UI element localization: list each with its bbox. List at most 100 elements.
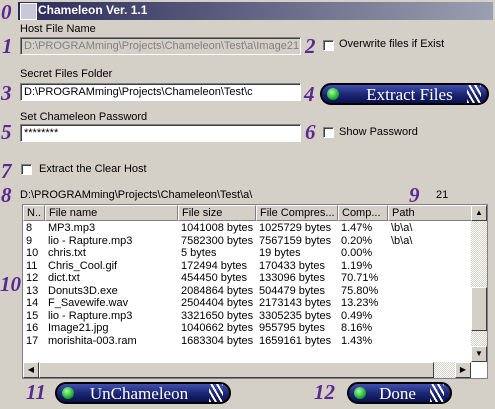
annotation-4: 4 — [304, 82, 315, 106]
cell-file-size: 5 bytes — [181, 247, 217, 259]
cell-compression: 8.16% — [341, 322, 373, 334]
table-row[interactable]: 13 Donuts3D.exe 2084864 bytes 504479 bytes 7… — [23, 285, 473, 298]
title-bar[interactable]: Chameleon Ver. 1.1 — [18, 2, 493, 20]
extract-clear-host-checkbox[interactable] — [21, 164, 32, 175]
cell-number: 15 — [26, 309, 39, 322]
host-file-field[interactable]: D:\PROGRAMming\Projects\Chameleon\Test\a… — [20, 37, 301, 55]
cell-file-compressed: 170433 bytes — [259, 259, 326, 272]
cell-file-size: 2084864 bytes — [181, 284, 254, 297]
cell-file-size: 172494 bytes — [181, 259, 248, 272]
cell-file-size: 1683304 bytes — [181, 334, 254, 347]
table-row[interactable]: 10 chris.txt 5 bytes 19 bytes 0.00% — [23, 247, 473, 260]
cell-compression: 75.80% — [341, 284, 379, 297]
cell-number: 12 — [26, 272, 39, 284]
cell-compression: 1.19% — [341, 259, 373, 272]
cell-file-name: lio - Rapture.mp3 — [48, 234, 133, 247]
extract-clear-host-label: Extract the Clear Host — [39, 163, 147, 175]
stripes-decoration-icon — [209, 384, 223, 402]
cell-file-name: Donuts3D.exe — [48, 284, 118, 297]
file-list[interactable]: N.. File name File size File Compres... … — [22, 204, 488, 379]
cell-file-compressed: 19 bytes — [259, 247, 301, 259]
scroll-down-icon[interactable]: ▼ — [471, 346, 487, 362]
cell-file-size: 7582300 bytes — [181, 234, 254, 247]
horizontal-scrollbar[interactable]: ◀ ▶ — [23, 362, 471, 378]
file-list-rows: 8 MP3.mp3 1041008 bytes 1025729 bytes 1.47% \… — [23, 222, 473, 347]
cell-file-compressed: 2173143 bytes — [259, 297, 332, 309]
table-row[interactable]: 9 lio - Rapture.mp3 7582300 bytes 7567159 b… — [23, 235, 473, 248]
annotation-6: 6 — [305, 120, 316, 144]
cell-file-size: 2504404 bytes — [181, 297, 254, 309]
column-file-compressed[interactable]: File Compres... — [256, 205, 338, 221]
annotation-5: 5 — [1, 120, 12, 144]
cell-path — [388, 285, 473, 298]
table-row[interactable]: 8 MP3.mp3 1041008 bytes 1025729 bytes 1.47% \… — [23, 222, 473, 235]
column-number[interactable]: N.. — [23, 205, 45, 221]
cell-path — [388, 260, 473, 273]
cell-file-size: 1040662 bytes — [181, 322, 254, 334]
table-row[interactable]: 12 dict.txt 454450 bytes 133096 bytes 70.71% — [23, 272, 473, 285]
cell-compression: 1.47% — [341, 222, 373, 234]
cell-file-compressed: 1025729 bytes — [259, 222, 332, 234]
cell-path — [388, 322, 473, 335]
cell-path — [388, 247, 473, 260]
horizontal-scroll-thumb[interactable] — [39, 362, 434, 378]
cell-file-name: F_Savewife.wav — [48, 297, 129, 309]
annotation-12: 12 — [314, 380, 335, 404]
green-led-icon — [62, 387, 74, 399]
stripes-decoration-icon — [430, 384, 444, 402]
chameleon-app-icon — [20, 3, 37, 20]
unchameleon-button[interactable]: UnChameleon — [55, 382, 231, 404]
cell-path — [388, 310, 473, 323]
file-list-header: N.. File name File size File Compres... … — [23, 205, 473, 221]
cell-number: 17 — [26, 334, 39, 347]
column-file-name[interactable]: File name — [45, 205, 178, 221]
cell-compression: 0.49% — [341, 309, 373, 322]
cell-file-name: lio - Rapture.mp3 — [48, 309, 133, 322]
scroll-up-icon[interactable]: ▲ — [471, 205, 487, 221]
vertical-scrollbar[interactable]: ▲ ▼ — [471, 205, 487, 362]
cell-path — [388, 272, 473, 285]
cell-file-name: Chris_Cool.gif — [48, 259, 118, 272]
table-row[interactable]: 15 lio - Rapture.mp3 3321650 bytes 3305235 … — [23, 310, 473, 323]
show-password-checkbox[interactable] — [323, 127, 334, 138]
cell-number: 10 — [26, 247, 39, 259]
cell-compression: 0.20% — [341, 234, 373, 247]
column-path[interactable]: Path — [388, 205, 473, 221]
cell-compression: 1.43% — [341, 334, 373, 347]
table-row[interactable]: 11 Chris_Cool.gif 172494 bytes 170433 bytes… — [23, 260, 473, 273]
secret-folder-label: Secret Files Folder — [20, 68, 113, 80]
scroll-right-icon[interactable]: ▶ — [455, 362, 471, 378]
password-field[interactable]: ******** — [20, 124, 301, 142]
stripes-decoration-icon — [467, 85, 481, 103]
column-file-size[interactable]: File size — [178, 205, 256, 221]
cell-file-compressed: 955795 bytes — [259, 322, 326, 334]
table-row[interactable]: 16 Image21.jpg 1040662 bytes 955795 bytes 8.… — [23, 322, 473, 335]
secret-folder-field[interactable]: D:\PROGRAMming\Projects\Chameleon\Test\c — [20, 83, 301, 101]
overwrite-label: Overwrite files if Exist — [339, 38, 445, 50]
scroll-left-icon[interactable]: ◀ — [23, 362, 39, 378]
annotation-9: 9 — [409, 183, 420, 207]
cell-file-name: dict.txt — [48, 272, 80, 284]
overwrite-checkbox[interactable] — [323, 40, 334, 51]
cell-number: 9 — [26, 234, 33, 247]
done-button[interactable]: Done — [347, 382, 452, 404]
table-row[interactable]: 14 F_Savewife.wav 2504404 bytes 2173143 byt… — [23, 297, 473, 310]
cell-file-compressed: 1659161 bytes — [259, 334, 332, 347]
done-label: Done — [379, 384, 416, 403]
cell-file-name: morishita-003.ram — [48, 334, 137, 347]
cell-file-size: 454450 bytes — [181, 272, 248, 284]
green-led-icon — [327, 88, 339, 100]
cell-file-compressed: 133096 bytes — [259, 272, 326, 284]
cell-number: 8 — [26, 222, 33, 234]
vertical-scroll-thumb[interactable] — [471, 287, 487, 331]
table-row[interactable]: 17 morishita-003.ram 1683304 bytes 1659161 … — [23, 335, 473, 348]
cell-file-compressed: 504479 bytes — [259, 284, 326, 297]
show-password-label: Show Password — [339, 126, 418, 138]
cell-file-name: Image21.jpg — [48, 322, 109, 334]
cell-path — [388, 297, 473, 310]
cell-number: 14 — [26, 297, 39, 309]
annotation-3: 3 — [1, 81, 12, 105]
column-compression[interactable]: Comp... — [338, 205, 388, 221]
annotation-7: 7 — [1, 159, 12, 183]
extract-files-button[interactable]: Extract Files — [320, 83, 489, 105]
